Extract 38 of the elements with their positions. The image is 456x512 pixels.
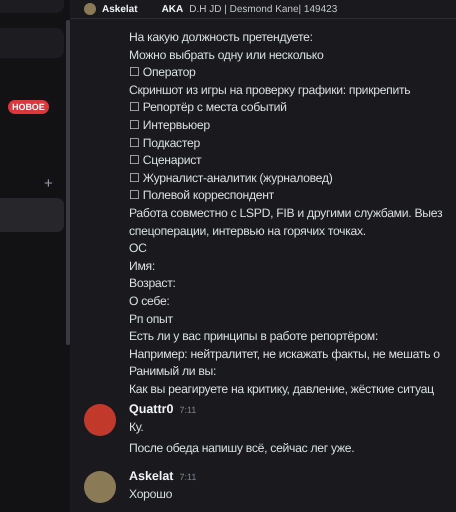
message-line: ☐ Репортёр с места событий <box>129 99 288 116</box>
message-line: ☐ Интервьюер <box>129 116 211 134</box>
message-line: Ранимый ли вы: <box>129 363 218 380</box>
user-tag: AKA <box>162 4 184 14</box>
author-name[interactable]: Askelat <box>129 468 174 483</box>
message-text: Ку. <box>129 419 144 436</box>
message-line: Скриншот из игры на проверку графики: прикрепить <box>129 82 412 99</box>
reply-text: D.H JD | Desmond Kane| 149423 <box>189 4 338 14</box>
message-line: Можно выбрать одну или несколько <box>129 46 324 64</box>
message-line: ☐ Полевой корреспондент <box>129 187 275 204</box>
message-line: Имя: <box>129 258 156 275</box>
scrollbar[interactable] <box>66 0 70 512</box>
message-line: О себе: <box>129 292 171 310</box>
new-badge: НОВОЕ <box>8 100 49 114</box>
add-button[interactable]: + <box>44 176 53 192</box>
message-line: Например: нейтралитет, не искажать факты, не мешать о <box>129 346 441 363</box>
message-line: ☐ Подкастер <box>129 134 201 152</box>
message-line: спецоперации, интервью на горячих точках. <box>129 222 367 240</box>
avatar <box>84 3 96 15</box>
channel-item[interactable] <box>0 198 64 232</box>
message-line: Рп опыт <box>129 310 174 328</box>
author-name[interactable]: Quattr0 <box>129 402 174 416</box>
message-line: ОС <box>129 240 148 258</box>
message-line: На какую должность претендуете: <box>129 29 314 46</box>
timestamp: 7:11 <box>179 472 196 482</box>
timestamp: 7:11 <box>179 405 196 416</box>
message-line: Есть ли у вас принципы в работе репортёром: <box>129 328 379 346</box>
message-text: После обеда напишу всё, сейчас лег уже. <box>129 440 354 458</box>
author-name[interactable]: Askelat <box>102 4 138 14</box>
avatar[interactable] <box>84 404 116 436</box>
avatar[interactable] <box>84 470 116 503</box>
message-line: Работа совместно с LSPD, FIB и другими службами. Выез <box>129 204 444 222</box>
message-text: Хорошо <box>129 486 174 503</box>
message-line: ☐ Сценарист <box>129 152 202 170</box>
message-line: ☐ Журналист-аналитик (журналовед) <box>129 170 334 187</box>
message-line: Возраст: <box>129 275 177 292</box>
message-line: Как вы реагируете на критику, давление, жёсткие ситуац <box>129 380 435 398</box>
message-line: ☐ Оператор <box>129 64 197 82</box>
